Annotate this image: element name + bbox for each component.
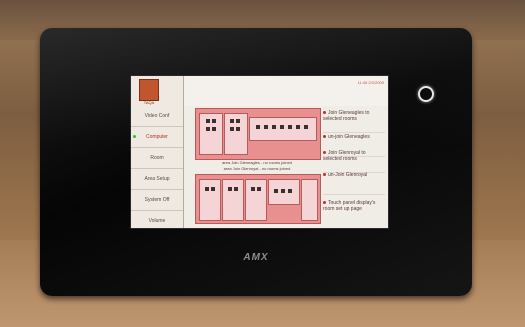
seat xyxy=(205,187,209,191)
seat xyxy=(274,189,278,193)
seat xyxy=(281,189,285,193)
join-glenroyal-button[interactable]: Join Glenroyal to selected rooms xyxy=(323,150,385,173)
floorplan-glenroyal[interactable] xyxy=(195,174,321,224)
seat xyxy=(212,119,216,123)
seat xyxy=(304,125,308,129)
seat xyxy=(206,119,210,123)
floorplan-caption: area Join Glenroyal - no rooms joined xyxy=(223,166,291,171)
header-strip: 11:45 2/2/2009 xyxy=(184,76,388,106)
nav-item-label: System Off xyxy=(144,197,170,203)
nav-item-room[interactable]: Room xyxy=(131,148,183,169)
seat xyxy=(288,125,292,129)
seat xyxy=(212,127,216,131)
nav-item-system-off[interactable]: System Off xyxy=(131,190,183,211)
room-block[interactable] xyxy=(199,113,223,155)
seat xyxy=(264,125,268,129)
nav-item-area-setup[interactable]: Area Setup xyxy=(131,169,183,190)
seat xyxy=(236,119,240,123)
bullet-icon xyxy=(323,111,326,115)
seat xyxy=(206,127,210,131)
nav-item-volume[interactable]: Volume xyxy=(131,211,183,228)
seat xyxy=(296,125,300,129)
action-label: Join Gleneagles to selected rooms xyxy=(323,110,370,122)
action-label: Touch panel display's room set up page xyxy=(323,200,376,212)
seat xyxy=(228,187,232,191)
seat xyxy=(230,119,234,123)
floorplan-gleneagles[interactable] xyxy=(195,108,321,160)
unjoin-glenroyal-button[interactable]: un-Join Glenroyal xyxy=(323,172,385,195)
seat xyxy=(272,125,276,129)
room-block[interactable] xyxy=(222,179,244,221)
logo-text: TAQA xyxy=(143,100,155,105)
nav-item-video-conf[interactable]: Video Conf xyxy=(131,106,183,127)
taqa-logo-icon xyxy=(139,79,159,101)
power-button-ring-icon[interactable] xyxy=(418,86,434,102)
room-block[interactable] xyxy=(199,179,221,221)
nav-item-computer[interactable]: Computer xyxy=(131,127,183,148)
room-block[interactable] xyxy=(245,179,267,221)
seat xyxy=(288,189,292,193)
floorplan-caption: area Join Gleneagles - no rooms joined xyxy=(222,160,292,165)
device-brand-logo: AMX xyxy=(243,252,269,263)
seat xyxy=(211,187,215,191)
seat xyxy=(234,187,238,191)
header-status: 11:45 2/2/2009 xyxy=(357,80,384,85)
room-block[interactable] xyxy=(301,179,318,221)
touch-screen[interactable]: TAQA Video Conf Computer Room Area Setup… xyxy=(130,75,389,229)
nav-item-label: Area Setup xyxy=(144,176,170,182)
action-label: un-join Gleneagles xyxy=(328,134,370,140)
nav-item-label: Computer xyxy=(146,134,168,140)
bullet-icon xyxy=(323,201,326,205)
nav-item-label: Video Conf xyxy=(144,113,170,119)
action-label: un-Join Glenroyal xyxy=(328,172,368,178)
join-gleneagles-button[interactable]: Join Gleneagles to selected rooms xyxy=(323,110,385,133)
room-block[interactable] xyxy=(249,117,317,141)
seat xyxy=(236,127,240,131)
seat xyxy=(280,125,284,129)
nav-item-label: Volume xyxy=(148,218,166,224)
seat xyxy=(257,187,261,191)
sidebar: TAQA Video Conf Computer Room Area Setup… xyxy=(131,76,184,228)
bullet-icon xyxy=(323,173,326,177)
seat xyxy=(251,187,255,191)
action-label: Join Glenroyal to selected rooms xyxy=(323,150,366,162)
room-setup-button[interactable]: Touch panel display's room set up page xyxy=(323,200,385,222)
bullet-icon xyxy=(323,135,326,139)
seat xyxy=(230,127,234,131)
active-indicator-icon xyxy=(133,135,136,138)
nav-item-label: Room xyxy=(150,155,164,161)
bullet-icon xyxy=(323,151,326,155)
seat xyxy=(256,125,260,129)
